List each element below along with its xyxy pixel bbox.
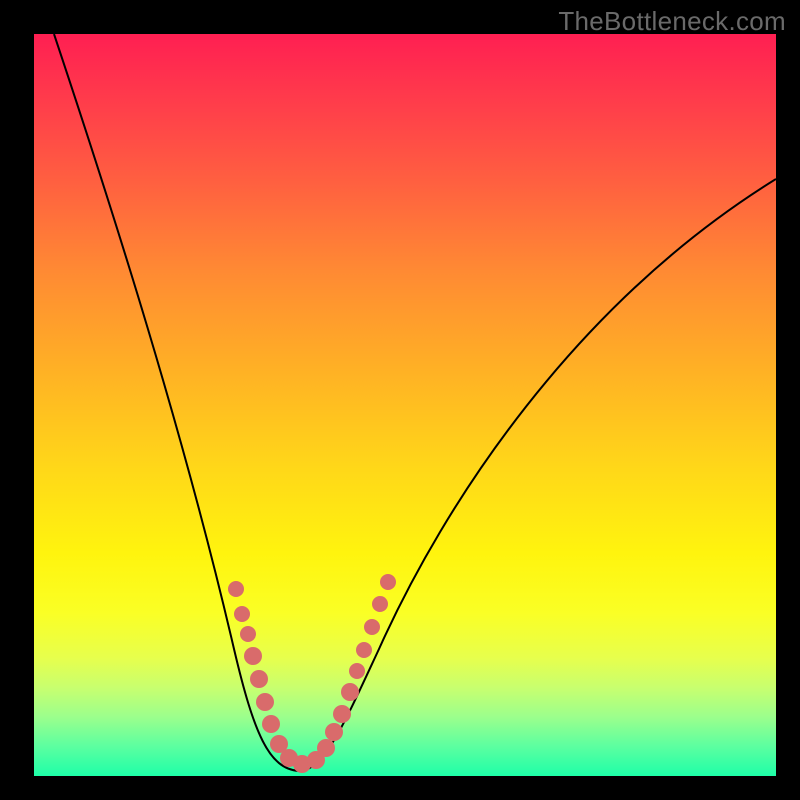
bead (234, 606, 250, 622)
plot-area (34, 34, 776, 776)
bead (262, 715, 280, 733)
watermark-text: TheBottleneck.com (558, 6, 786, 37)
bead (333, 705, 351, 723)
bead (244, 647, 262, 665)
curve-overlay (34, 34, 776, 776)
bead (349, 663, 365, 679)
bead (356, 642, 372, 658)
bead (372, 596, 388, 612)
bead (317, 739, 335, 757)
bead (325, 723, 343, 741)
bead (380, 574, 396, 590)
bead-cluster (228, 574, 396, 773)
chart-frame: TheBottleneck.com (0, 0, 800, 800)
bead (256, 693, 274, 711)
bead (341, 683, 359, 701)
bead (364, 619, 380, 635)
bead (250, 670, 268, 688)
bead (240, 626, 256, 642)
bead (228, 581, 244, 597)
bottleneck-curve (54, 34, 776, 771)
